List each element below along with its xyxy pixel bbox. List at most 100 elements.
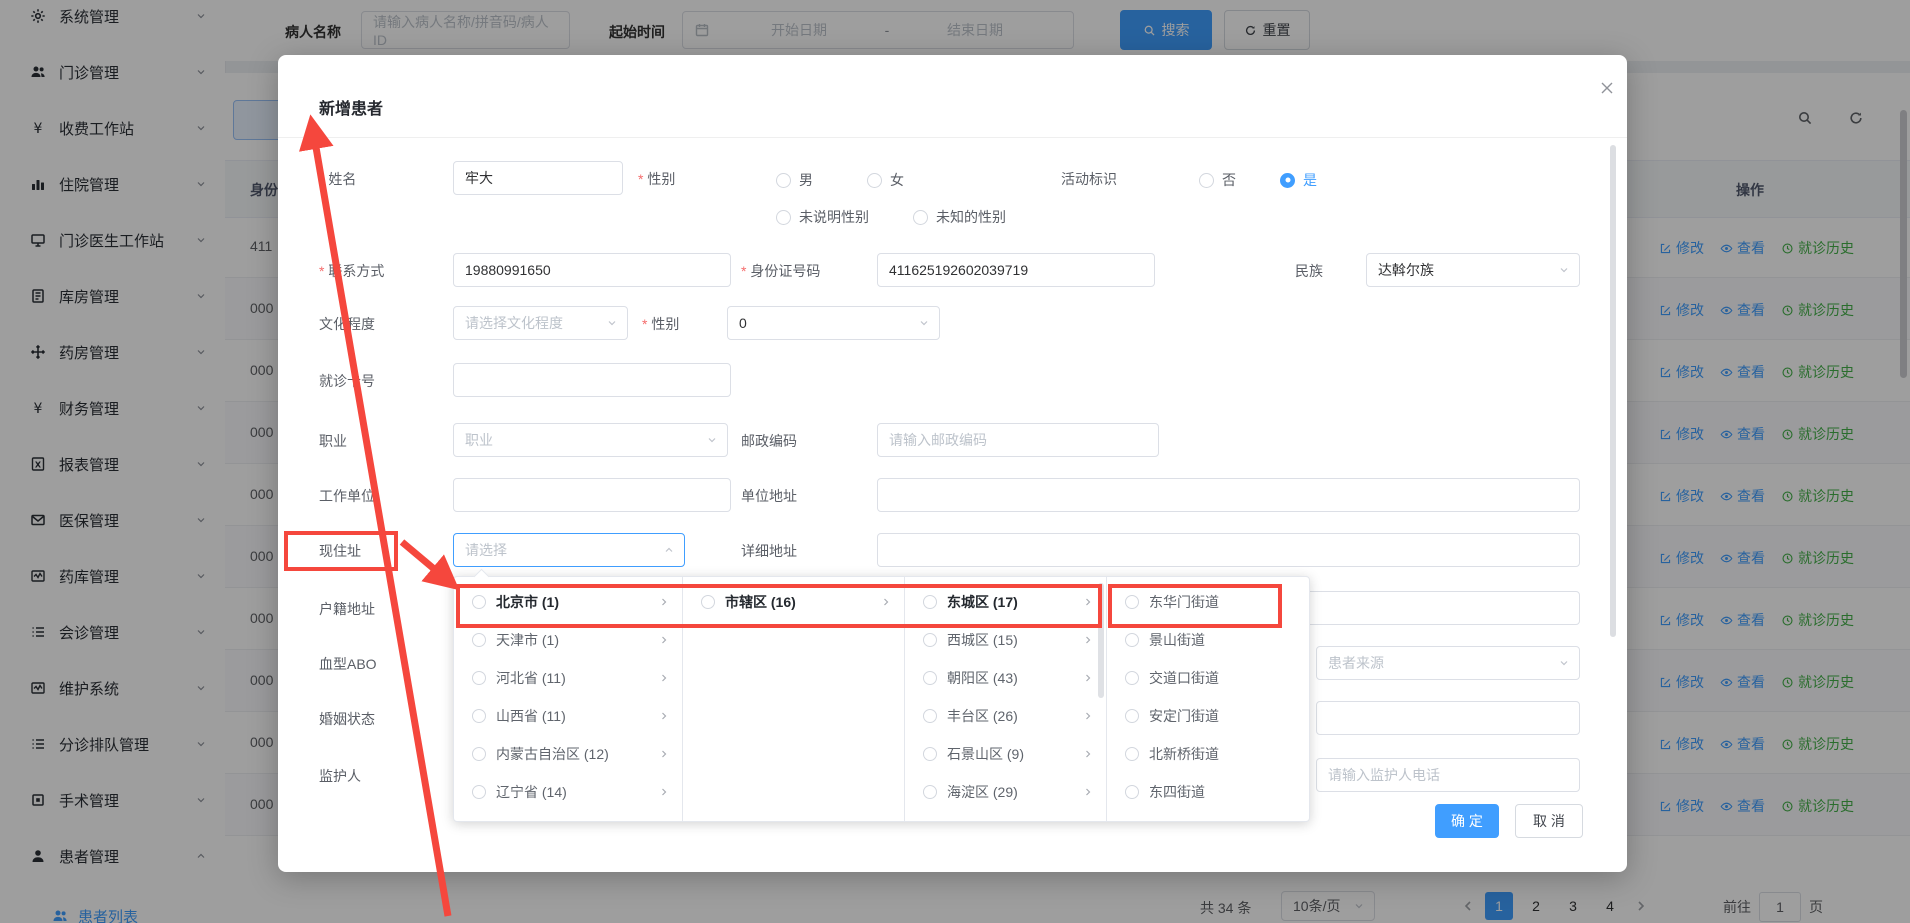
radio-icon[interactable] <box>923 671 937 685</box>
chevron-right-icon <box>658 596 670 608</box>
radio-icon[interactable] <box>923 747 937 761</box>
radio-icon[interactable] <box>1125 709 1139 723</box>
cascader-option[interactable]: 山西省 (11) <box>454 697 682 735</box>
chevron-down-icon <box>706 434 718 446</box>
current-address-cascader[interactable]: 请选择 <box>453 533 685 567</box>
cascader-option[interactable]: 市辖区 (16) <box>683 583 904 621</box>
cascader-option[interactable]: 景山街道 <box>1107 621 1311 659</box>
close-icon[interactable] <box>1599 80 1615 96</box>
radio-icon[interactable] <box>472 747 486 761</box>
radio-icon[interactable] <box>1199 173 1214 188</box>
radio-icon[interactable] <box>1125 633 1139 647</box>
radio-icon[interactable] <box>923 785 937 799</box>
work-address-input[interactable] <box>877 478 1580 512</box>
dialog-header-divider <box>278 137 1627 138</box>
chevron-right-icon <box>1082 634 1094 646</box>
chevron-right-icon <box>880 596 892 608</box>
chevron-down-icon <box>1558 657 1570 669</box>
hukou-label: 户籍地址 <box>319 599 375 619</box>
cascader-option[interactable]: 北新桥街道 <box>1107 735 1311 773</box>
cascader-option[interactable]: 交道口街道 <box>1107 659 1311 697</box>
cascader-column-scrollbar[interactable] <box>1098 583 1104 698</box>
cascader-option-label: 丰台区 (26) <box>947 706 1018 726</box>
guardian-phone-input[interactable]: 请输入监护人电话 <box>1316 758 1580 792</box>
gender-label: 性别 <box>638 169 675 189</box>
radio-icon[interactable] <box>472 709 486 723</box>
active-flag-label: 活动标识 <box>1061 169 1117 189</box>
dialog-scrollbar[interactable] <box>1610 145 1616 637</box>
cascader-option-label: 北京市 (1) <box>496 592 559 612</box>
radio-icon[interactable] <box>1125 671 1139 685</box>
cascader-option[interactable]: 北京市 (1) <box>454 583 682 621</box>
radio-icon[interactable] <box>867 173 882 188</box>
confirm-button[interactable]: 确 定 <box>1435 804 1499 838</box>
radio-icon[interactable] <box>776 173 791 188</box>
radio-icon[interactable] <box>923 709 937 723</box>
gender2-select[interactable]: 0 <box>727 306 940 340</box>
cascader-option[interactable]: 石景山区 (9) <box>905 735 1106 773</box>
confirm-label: 确 定 <box>1451 811 1483 831</box>
cascader-option[interactable]: 东华门街道 <box>1107 583 1311 621</box>
cascader-option[interactable]: 天津市 (1) <box>454 621 682 659</box>
cascader-option-label: 天津市 (1) <box>496 630 559 650</box>
cascader-option[interactable]: 东四街道 <box>1107 773 1311 811</box>
radio-checked-icon[interactable] <box>1280 173 1295 188</box>
chevron-down-icon <box>1558 264 1570 276</box>
education-placeholder: 请选择文化程度 <box>465 313 563 333</box>
gender-radio-unknown[interactable]: 未知的性别 <box>913 207 1006 227</box>
patient-source-select[interactable]: 患者来源 <box>1316 646 1580 680</box>
visit-card-input[interactable] <box>453 363 731 397</box>
work-unit-input[interactable] <box>453 478 731 512</box>
radio-icon[interactable] <box>913 210 928 225</box>
dialog-title: 新增患者 <box>319 95 383 119</box>
cascader-option[interactable]: 河北省 (11) <box>454 659 682 697</box>
detail-address-input[interactable] <box>877 533 1580 567</box>
chevron-down-icon <box>918 317 930 329</box>
detail-address-label: 详细地址 <box>741 541 797 561</box>
radio-icon[interactable] <box>472 785 486 799</box>
cascader-option[interactable]: 辽宁省 (14) <box>454 773 682 811</box>
cascader-option[interactable]: 海淀区 (29) <box>905 773 1106 811</box>
radio-icon[interactable] <box>472 633 486 647</box>
radio-icon[interactable] <box>923 595 937 609</box>
gender-radio-male[interactable]: 男 <box>776 170 813 190</box>
chevron-right-icon <box>658 748 670 760</box>
cascader-option-label: 市辖区 (16) <box>725 592 796 612</box>
nation-select[interactable]: 达斡尔族 <box>1366 253 1580 287</box>
cascader-option[interactable]: 西城区 (15) <box>905 621 1106 659</box>
radio-icon[interactable] <box>923 633 937 647</box>
active-radio-yes[interactable]: 是 <box>1280 170 1317 190</box>
cascader-option[interactable]: 安定门街道 <box>1107 697 1311 735</box>
cascader-option-label: 安定门街道 <box>1149 706 1219 726</box>
chevron-up-icon <box>663 544 675 556</box>
cascader-city-column: 市辖区 (16) <box>683 577 905 821</box>
radio-icon[interactable] <box>472 671 486 685</box>
radio-icon[interactable] <box>776 210 791 225</box>
cascader-option-label: 西城区 (15) <box>947 630 1018 650</box>
marital-right-input[interactable] <box>1316 701 1580 735</box>
active-radio-no[interactable]: 否 <box>1199 170 1236 190</box>
cancel-button[interactable]: 取 消 <box>1515 804 1583 838</box>
cascader-option[interactable]: 丰台区 (26) <box>905 697 1106 735</box>
phone-input[interactable]: 19880991650 <box>453 253 731 287</box>
idcard-input[interactable]: 411625192602039719 <box>877 253 1155 287</box>
education-select[interactable]: 请选择文化程度 <box>453 306 628 340</box>
gender-radio-unspecified[interactable]: 未说明性别 <box>776 207 869 227</box>
name-input[interactable]: 牢大 <box>453 161 623 195</box>
radio-icon[interactable] <box>472 595 486 609</box>
job-select[interactable]: 职业 <box>453 423 728 457</box>
cascader-option[interactable]: 朝阳区 (43) <box>905 659 1106 697</box>
radio-icon[interactable] <box>701 595 715 609</box>
radio-icon[interactable] <box>1125 747 1139 761</box>
idcard-value: 411625192602039719 <box>889 262 1028 278</box>
chevron-right-icon <box>1082 748 1094 760</box>
nation-label: 民族 <box>1295 261 1323 281</box>
cascader-street-column: 东华门街道 景山街道 交道口街道 <box>1107 577 1311 821</box>
radio-icon[interactable] <box>1125 785 1139 799</box>
radio-icon[interactable] <box>1125 595 1139 609</box>
cascader-option[interactable]: 内蒙古自治区 (12) <box>454 735 682 773</box>
cascader-option[interactable]: 东城区 (17) <box>905 583 1106 621</box>
zip-input[interactable]: 请输入邮政编码 <box>877 423 1159 457</box>
cascader-option-label: 石景山区 (9) <box>947 744 1024 764</box>
gender-radio-female[interactable]: 女 <box>867 170 904 190</box>
